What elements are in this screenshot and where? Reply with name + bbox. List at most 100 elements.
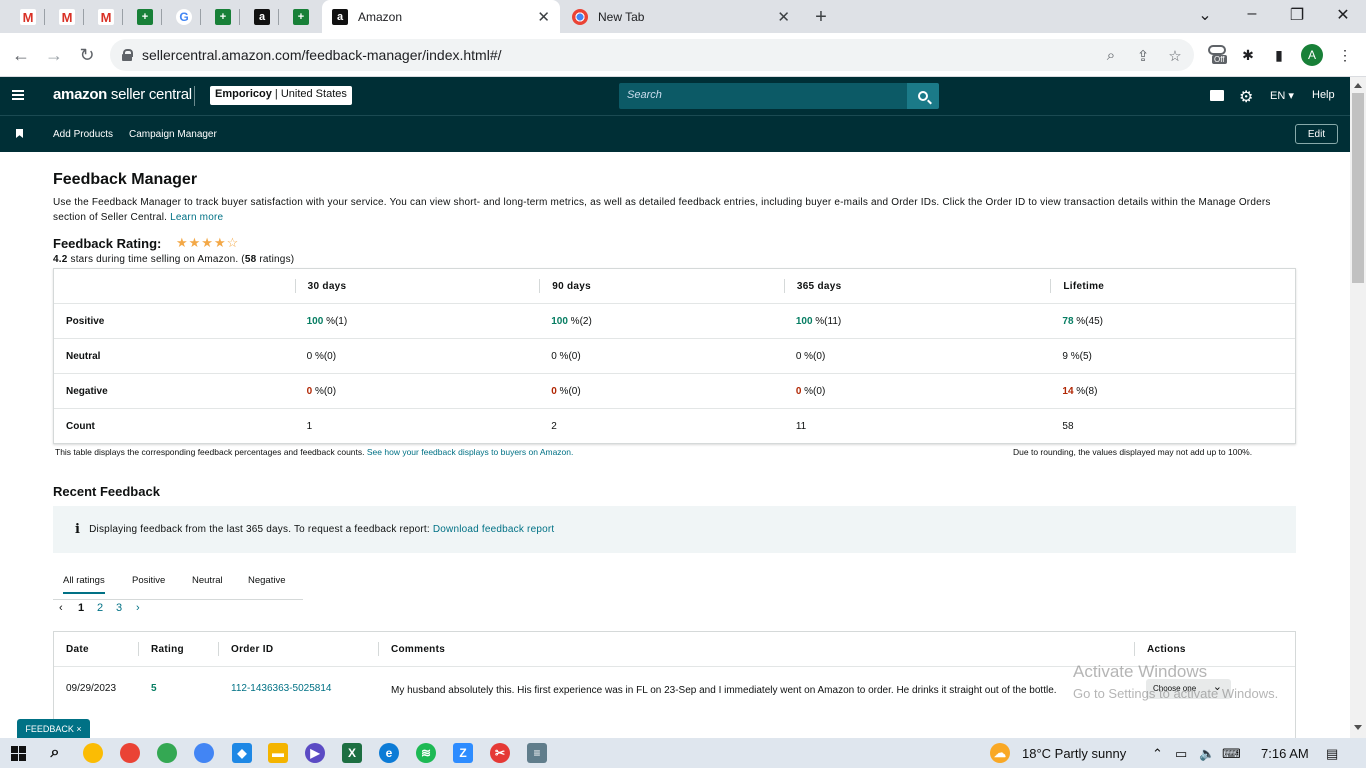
extension-toggle-icon[interactable]: Off xyxy=(1208,44,1230,66)
weather-text[interactable]: 18°C Partly sunny xyxy=(1022,746,1126,761)
recent-feedback-table: Date Rating Order ID Comments Actions 09… xyxy=(53,631,1296,738)
seller-central-logo[interactable]: amazon seller central xyxy=(53,86,192,103)
excel-icon[interactable]: X xyxy=(342,743,362,763)
new-tab-plus-icon[interactable]: + xyxy=(811,6,831,29)
zoom-icon[interactable]: ⌕ xyxy=(1102,47,1120,64)
bookmark-star-icon[interactable]: ☆ xyxy=(1166,47,1184,65)
col-date[interactable]: Date xyxy=(66,644,89,655)
notifications-icon[interactable]: ▤ xyxy=(1326,746,1338,762)
app-icon[interactable]: ✂ xyxy=(490,743,510,763)
weather-icon[interactable]: ☁ xyxy=(990,743,1010,763)
tab-search-chevron-icon[interactable]: ⌄ xyxy=(1195,5,1215,25)
volume-icon[interactable]: 🔈 xyxy=(1199,746,1215,762)
sheets-pinned-tab[interactable]: + xyxy=(133,5,157,29)
lock-icon[interactable] xyxy=(122,49,133,61)
feedback-widget-button[interactable]: FEEDBACK × xyxy=(17,719,90,738)
metrics-row-label: Count xyxy=(66,420,95,432)
forward-arrow-icon[interactable]: → xyxy=(42,43,66,67)
close-tab-icon[interactable]: ✕ xyxy=(777,8,790,26)
page-scrollbar[interactable] xyxy=(1350,77,1366,738)
account-switcher[interactable]: Emporicoy | United States xyxy=(210,86,352,105)
mail-icon[interactable] xyxy=(1210,90,1224,101)
chrome-profile-icon[interactable] xyxy=(120,743,140,763)
metric-count: %(0) xyxy=(556,385,581,397)
sheets-pinned-tab[interactable]: + xyxy=(211,5,235,29)
share-icon[interactable]: ⇪ xyxy=(1134,47,1152,65)
file-explorer-icon[interactable]: ▬ xyxy=(268,743,288,763)
order-id-link[interactable]: 112-1436363-5025814 xyxy=(231,683,331,694)
rounding-note: Due to rounding, the values displayed ma… xyxy=(1013,447,1253,457)
language-selector[interactable]: EN ▾ xyxy=(1270,89,1294,102)
tab-all-ratings[interactable]: All ratings xyxy=(63,575,105,594)
chevron-left-icon[interactable]: ‹ xyxy=(59,602,63,614)
tab-neutral[interactable]: Neutral xyxy=(192,575,223,586)
app-icon[interactable]: ◆ xyxy=(232,743,252,763)
windows-start-icon[interactable] xyxy=(11,746,26,761)
tab-negative[interactable]: Negative xyxy=(248,575,286,586)
sheets-icon: + xyxy=(215,9,231,25)
edit-button[interactable]: Edit xyxy=(1295,124,1338,144)
feedback-date: 09/29/2023 xyxy=(66,683,117,694)
scroll-up-arrow-icon[interactable] xyxy=(1354,83,1362,88)
chevron-right-icon[interactable]: › xyxy=(136,602,140,614)
metric-count: %(5) xyxy=(1067,350,1092,362)
subnav-campaign-manager[interactable]: Campaign Manager xyxy=(129,129,217,140)
restore-icon[interactable]: ❐ xyxy=(1287,5,1307,25)
tab-new-tab[interactable]: New Tab ✕ xyxy=(562,0,800,33)
profile-avatar[interactable]: A xyxy=(1301,44,1323,66)
search-icon xyxy=(918,91,928,101)
network-icon[interactable]: ▭ xyxy=(1175,746,1187,762)
gear-icon[interactable]: ⚙ xyxy=(1239,87,1253,107)
media-player-icon[interactable]: ▶ xyxy=(305,743,325,763)
url-text[interactable]: sellercentral.amazon.com/feedback-manage… xyxy=(142,47,502,63)
keyboard-icon[interactable]: ⌨ xyxy=(1222,746,1241,762)
address-bar[interactable]: sellercentral.amazon.com/feedback-manage… xyxy=(110,39,1194,71)
page-3[interactable]: 3 xyxy=(116,602,122,614)
help-link[interactable]: Help xyxy=(1312,89,1335,101)
gmail-pinned-tab[interactable]: M xyxy=(55,5,79,29)
close-window-icon[interactable]: ✕ xyxy=(1333,5,1353,25)
chrome-active-icon[interactable] xyxy=(194,743,214,763)
col-comments[interactable]: Comments xyxy=(391,644,445,655)
tray-chevron-up-icon[interactable]: ⌃ xyxy=(1152,746,1163,762)
notepad-icon[interactable]: ≡ xyxy=(527,743,547,763)
col-rating[interactable]: Rating xyxy=(151,644,184,655)
scroll-thumb[interactable] xyxy=(1352,93,1364,283)
search-input[interactable]: Search xyxy=(619,83,907,109)
edge-icon[interactable]: e xyxy=(379,743,399,763)
gmail-pinned-tab[interactable]: M xyxy=(94,5,118,29)
zoom-icon[interactable]: Z xyxy=(453,743,473,763)
clock-time[interactable]: 7:16 AM xyxy=(1261,746,1309,761)
minimize-icon[interactable]: – xyxy=(1242,5,1262,23)
sheets-pinned-tab[interactable]: + xyxy=(289,5,313,29)
hamburger-menu-icon[interactable] xyxy=(12,90,24,100)
col-order-id[interactable]: Order ID xyxy=(231,644,273,655)
scroll-down-arrow-icon[interactable] xyxy=(1354,725,1362,730)
reload-icon[interactable]: ↻ xyxy=(75,43,99,67)
column-divider xyxy=(218,642,219,656)
spotify-icon[interactable]: ≋ xyxy=(416,743,436,763)
page-1[interactable]: 1 xyxy=(78,602,84,614)
chrome-icon[interactable] xyxy=(83,743,103,763)
side-panel-icon[interactable]: ▮ xyxy=(1268,44,1290,66)
back-arrow-icon[interactable]: ← xyxy=(9,43,33,67)
learn-more-link[interactable]: Learn more xyxy=(170,212,223,223)
google-pinned-tab[interactable]: G xyxy=(172,5,196,29)
search-button[interactable] xyxy=(907,83,939,109)
page-2[interactable]: 2 xyxy=(97,602,103,614)
chrome-profile-icon[interactable] xyxy=(157,743,177,763)
search-icon[interactable]: ⌕ xyxy=(45,743,65,763)
extensions-puzzle-icon[interactable]: ✱ xyxy=(1237,44,1259,66)
tab-positive[interactable]: Positive xyxy=(132,575,165,586)
browser-menu-icon[interactable]: ⋮ xyxy=(1334,44,1356,66)
tab-amazon[interactable]: a Amazon ✕ xyxy=(322,0,560,33)
download-report-link[interactable]: Download feedback report xyxy=(433,524,555,535)
close-tab-icon[interactable]: ✕ xyxy=(537,8,550,26)
metrics-note: This table displays the corresponding fe… xyxy=(55,447,573,457)
subnav-add-products[interactable]: Add Products xyxy=(53,129,113,140)
buyer-display-link[interactable]: See how your feedback displays to buyers… xyxy=(367,447,573,457)
gmail-pinned-tab[interactable]: M xyxy=(16,5,40,29)
metrics-row-negative: Negative 0 %(0) 0 %(0) 0 %(0) 14 %(8) xyxy=(54,373,1295,408)
amazon-pinned-tab[interactable]: a xyxy=(250,5,274,29)
bookmark-icon[interactable] xyxy=(16,129,23,138)
